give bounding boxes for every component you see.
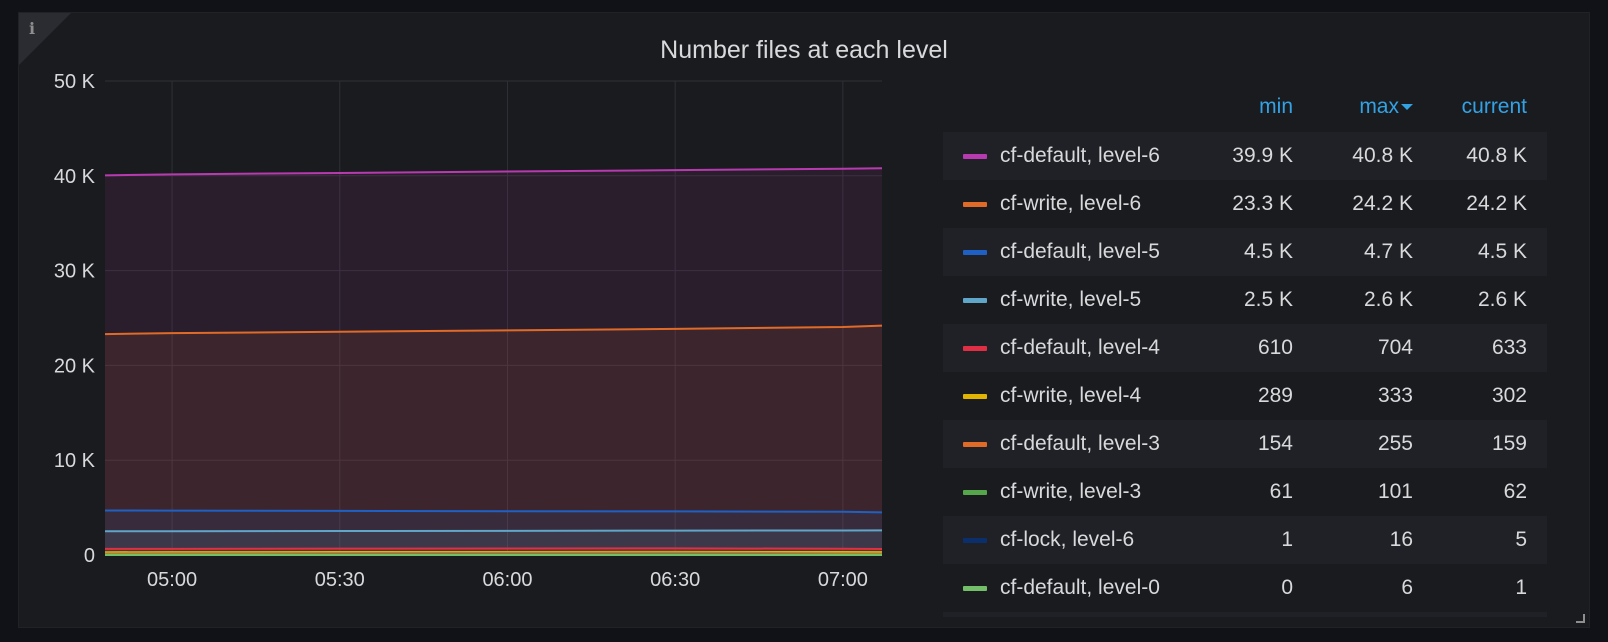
legend-row[interactable]: cf-default, level-0 0 6 1 <box>943 564 1547 612</box>
legend-value-min: 4.5 K <box>1243 240 1293 263</box>
series-color-swatch[interactable] <box>963 154 987 159</box>
legend-row[interactable]: cf-default, level-5 4.5 K 4.7 K 4.5 K <box>943 228 1547 276</box>
legend-value-max: 2.6 K <box>1363 288 1413 311</box>
y-tick-label: 50 K <box>54 71 96 93</box>
series-color-swatch[interactable] <box>963 442 987 447</box>
legend-value-max: 704 <box>1377 336 1413 359</box>
legend-value-max: 333 <box>1377 384 1413 407</box>
legend-row[interactable]: cf-write, level-4 289 333 302 <box>943 372 1547 420</box>
x-tick-label: 07:00 <box>818 569 868 591</box>
legend-value-current: 40.8 K <box>1466 144 1527 167</box>
legend-value-current: 5 <box>1515 528 1527 551</box>
legend-header: min max current <box>943 89 1547 132</box>
x-tick-label: 05:30 <box>315 569 365 591</box>
legend-value-min: 154 <box>1257 432 1293 455</box>
graph-panel: i Number files at each level 0 10 K 20 K 30… <box>18 12 1590 628</box>
legend-value-max: 6 <box>1401 576 1413 599</box>
legend-column-max-label: max <box>1359 95 1399 118</box>
series-name: cf-default, level-4 <box>1000 336 1160 359</box>
legend-row[interactable]: cf-write, level-5 2.5 K 2.6 K 2.6 K <box>943 276 1547 324</box>
legend-row[interactable]: cf-default, level-4 610 704 633 <box>943 324 1547 372</box>
series-name: cf-write, level-4 <box>1000 384 1142 407</box>
legend-row[interactable]: cf-default, level-6 39.9 K 40.8 K 40.8 K <box>943 132 1547 180</box>
series-name: cf-default, level-3 <box>1000 432 1160 455</box>
series-color-swatch[interactable] <box>963 586 987 591</box>
legend-value-min: 2.5 K <box>1243 288 1293 311</box>
series-name: cf-default, level-5 <box>1000 240 1160 263</box>
series-name: cf-lock, level-6 <box>1000 528 1135 551</box>
resize-handle-icon[interactable] <box>1576 614 1585 623</box>
legend-value-current: 633 <box>1491 336 1527 359</box>
legend-value-current: 24.2 K <box>1466 192 1527 215</box>
x-tick-label: 06:30 <box>650 569 700 591</box>
series-color-swatch[interactable] <box>963 202 987 207</box>
series-color-swatch[interactable] <box>963 250 987 255</box>
y-tick-label: 30 K <box>54 261 96 283</box>
legend-value-current: 1 <box>1515 576 1527 599</box>
sort-desc-icon <box>1401 104 1413 111</box>
legend-value-min: 1 <box>1281 528 1293 551</box>
series-color-swatch[interactable] <box>963 490 987 495</box>
legend-value-min: 23.3 K <box>1232 192 1293 215</box>
legend-value-max: 101 <box>1377 480 1413 503</box>
series-name: cf-write, level-6 <box>1000 192 1142 215</box>
legend-row[interactable]: cf-default, level-3 154 255 159 <box>943 420 1547 468</box>
legend-row[interactable]: cf-write, level-3 61 101 62 <box>943 468 1547 516</box>
legend-value-min: 289 <box>1257 384 1293 407</box>
legend-column-max[interactable]: max <box>1359 95 1413 119</box>
time-series-chart[interactable]: 0 10 K 20 K 30 K 40 K 50 K 05:00 05:30 06:00 06:3… <box>19 13 939 628</box>
legend-value-current: 4.5 K <box>1477 240 1527 263</box>
series-color-swatch[interactable] <box>963 538 987 543</box>
legend-value-min: 39.9 K <box>1232 144 1293 167</box>
series-name: cf-default, level-6 <box>1000 144 1160 167</box>
series-name: cf-default, level-0 <box>1000 576 1160 599</box>
x-tick-label: 05:00 <box>147 569 197 591</box>
y-tick-label: 0 <box>84 545 95 567</box>
y-tick-label: 20 K <box>54 355 96 377</box>
series-name: cf-write, level-5 <box>1000 288 1142 311</box>
x-tick-label: 06:00 <box>482 569 532 591</box>
legend-row[interactable]: cf-lock, level-6 1 16 5 <box>943 516 1547 564</box>
legend-value-current: 2.6 K <box>1477 288 1527 311</box>
legend-column-current[interactable]: current <box>1462 95 1527 119</box>
series-color-swatch[interactable] <box>963 394 987 399</box>
legend-value-min: 610 <box>1257 336 1293 359</box>
series-color-swatch[interactable] <box>963 298 987 303</box>
legend-value-max: 24.2 K <box>1352 192 1413 215</box>
legend-row[interactable]: cf-write, level-0054 <box>943 612 1547 617</box>
series-name: cf-write, level-3 <box>1000 480 1142 503</box>
legend-rows: cf-default, level-6 39.9 K 40.8 K 40.8 Kcf-… <box>943 132 1547 617</box>
legend-value-max: 16 <box>1389 528 1413 551</box>
y-tick-label: 10 K <box>54 450 96 472</box>
legend-value-max: 255 <box>1377 432 1413 455</box>
legend-column-min[interactable]: min <box>1259 95 1293 119</box>
series-line-3 <box>104 529 883 533</box>
legend-value-max: 40.8 K <box>1352 144 1413 167</box>
legend-value-min: 0 <box>1281 576 1293 599</box>
legend-value-current: 159 <box>1491 432 1527 455</box>
legend-value-max: 4.7 K <box>1363 240 1413 263</box>
series-line-4 <box>104 547 883 550</box>
legend-value-min: 61 <box>1269 480 1293 503</box>
legend-table: min max current cf-default, level-6 39.9 … <box>943 89 1547 617</box>
y-tick-label: 40 K <box>54 166 96 188</box>
legend-value-current: 62 <box>1503 480 1527 503</box>
legend-value-current: 302 <box>1491 384 1527 407</box>
series-color-swatch[interactable] <box>963 346 987 351</box>
legend-row[interactable]: cf-write, level-6 23.3 K 24.2 K 24.2 K <box>943 180 1547 228</box>
